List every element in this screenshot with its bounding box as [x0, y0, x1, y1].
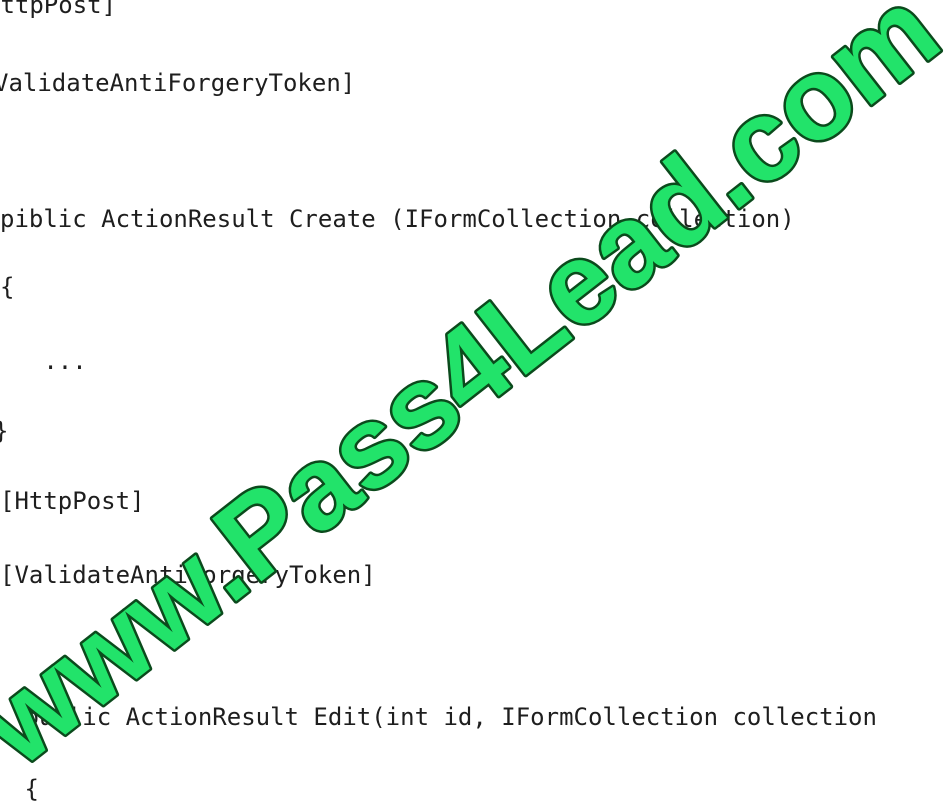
code-line-6: ...	[0, 347, 87, 375]
code-line-9: [ValidateAntiForgeryToken]	[0, 561, 376, 589]
code-view: HttpPost] ValidateAntiForgeryToken] pibl…	[0, 0, 948, 803]
code-line-7: }	[0, 416, 8, 446]
code-line-5: {	[0, 273, 15, 301]
code-line-8: [HttpPost]	[0, 487, 145, 515]
code-line-2: ValidateAntiForgeryToken]	[0, 69, 356, 97]
code-line-13: {	[10, 775, 39, 803]
code-line-1: HttpPost]	[0, 0, 117, 19]
code-line-12: public ActionResult Edit(int id, IFormCo…	[10, 703, 877, 731]
code-line-4: piblic ActionResult Create (IFormCollect…	[0, 205, 795, 233]
